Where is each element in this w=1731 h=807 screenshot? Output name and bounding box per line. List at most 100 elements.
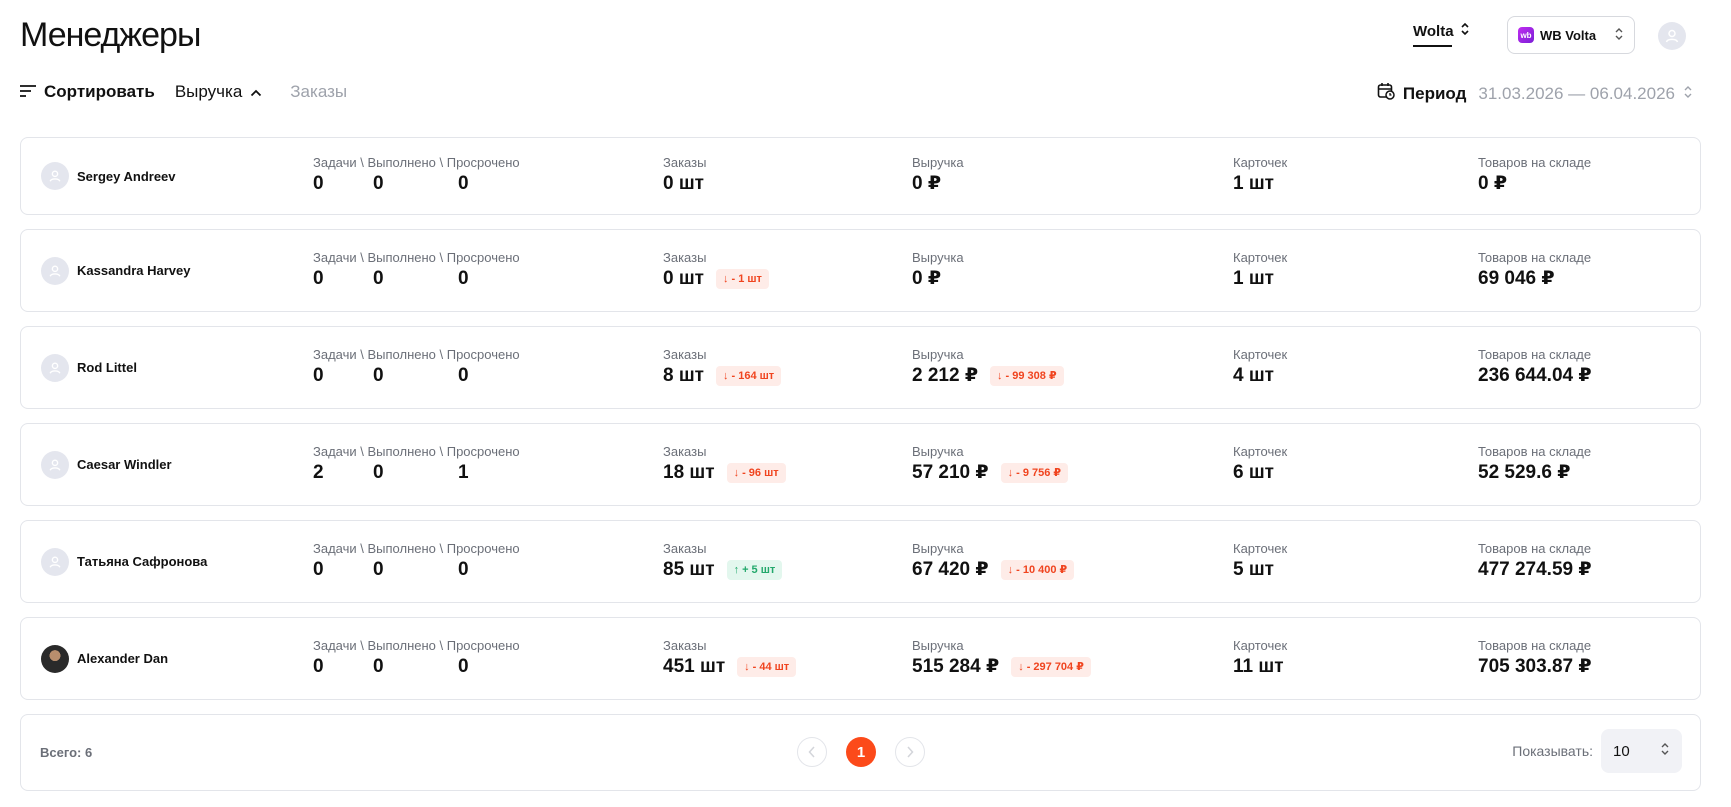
revenue-label: Выручка [912,443,964,459]
arrow-down-icon: ↓ [744,660,750,673]
overdue-count: 0 [458,364,469,386]
orders-value: 451 шт [663,655,726,677]
period-range[interactable]: 31.03.2026 — 06.04.2026 [1478,84,1675,104]
revenue-value: 67 420 ₽ [912,558,989,580]
cards-label: Карточек [1233,637,1288,653]
done-count: 0 [373,173,384,194]
cards-label: Карточек [1233,249,1288,265]
manager-row[interactable]: Caesar Windler Задачи \ Выполнено \ Прос… [20,423,1701,506]
cards-cell: Карточек 11 шт [1233,638,1287,680]
orders-value: 8 шт [663,364,704,386]
prev-page-button[interactable] [797,737,827,767]
next-page-button[interactable] [895,737,925,767]
manager-row[interactable]: Татьяна Сафронова Задачи \ Выполнено \ П… [20,520,1701,603]
stock-cell: Товаров на складе 69 046 ₽ [1478,250,1591,292]
manager-row[interactable]: Alexander Dan Задачи \ Выполнено \ Проср… [20,617,1701,700]
cards-value: 11 шт [1233,655,1284,677]
chevron-updown-icon [1683,84,1693,104]
tasks-label: Задачи \ Выполнено \ Просрочено [313,540,520,556]
org-name: Wolta [1413,22,1454,40]
revenue-value: 0 ₽ [912,173,942,194]
org-switcher[interactable]: Wolta [1413,22,1470,47]
period-picker[interactable]: Период 31.03.2026 — 06.04.2026 [1377,82,1693,105]
tasks-cell: Задачи \ Выполнено \ Просрочено 0 0 0 [313,347,520,389]
avatar [41,644,69,673]
period-label: Период [1402,83,1467,103]
revenue-label: Выручка [912,540,964,556]
arrow-down-icon: ↓ [997,369,1003,382]
overdue-count: 1 [458,461,469,483]
per-page-value: 10 [1613,742,1630,760]
avatar [41,353,69,382]
manager-row[interactable]: Rod Littel Задачи \ Выполнено \ Просроче… [20,326,1701,409]
revenue-value: 57 210 ₽ [912,461,989,483]
manager-name: Татьяна Сафронова [77,554,208,569]
revenue-cell: Выручка 515 284 ₽ ↓ - 297 704 ₽ [912,638,1091,680]
cards-cell: Карточек 5 шт [1233,541,1287,583]
stock-label: Товаров на складе [1478,637,1592,653]
done-count: 0 [373,461,384,483]
revenue-cell: Выручка 0 ₽ ↓ [912,155,964,197]
store-select[interactable]: wb WB Volta [1507,16,1635,54]
page-button-current[interactable]: 1 [846,737,876,767]
overdue-count: 0 [458,267,469,289]
revenue-value: 515 284 ₽ [912,655,1000,677]
avatar [41,256,69,285]
stock-value: 705 303.87 ₽ [1478,655,1592,677]
sort-field-revenue[interactable]: Выручка [175,82,262,102]
cards-label: Карточек [1233,346,1288,362]
revenue-cell: Выручка 0 ₽ ↓ [912,250,964,292]
tasks-cell: Задачи \ Выполнено \ Просрочено 0 0 0 [313,638,520,680]
tasks-label: Задачи \ Выполнено \ Просрочено [313,637,520,653]
revenue-cell: Выручка 2 212 ₽ ↓ - 99 308 ₽ [912,347,1064,389]
revenue-label: Выручка [912,249,964,265]
orders-delta-badge: ↓ - 1 шт [716,268,769,289]
sort-field-orders[interactable]: Заказы [290,82,347,102]
orders-cell: Заказы 85 шт ↑ + 5 шт [663,541,783,583]
orders-value: 18 шт [663,461,715,483]
wb-logo-icon: wb [1518,27,1534,43]
manager-name: Kassandra Harvey [77,263,191,278]
calendar-clock-icon [1377,82,1395,105]
user-icon [49,170,61,182]
manager-row[interactable]: Sergey Andreev Задачи \ Выполнено \ Прос… [20,137,1701,215]
revenue-label: Выручка [912,637,964,653]
manager-info: Caesar Windler [41,450,172,479]
revenue-value: 2 212 ₽ [912,364,979,386]
stock-label: Товаров на складе [1478,155,1592,170]
done-count: 0 [373,558,384,580]
cards-cell: Карточек 6 шт [1233,444,1287,486]
orders-label: Заказы [663,346,707,362]
orders-label: Заказы [663,637,707,653]
stock-value: 236 644.04 ₽ [1478,364,1592,386]
tasks-label: Задачи \ Выполнено \ Просрочено [313,249,520,265]
per-page: Показывать: 10 [1512,729,1682,773]
orders-label: Заказы [663,249,707,265]
stock-value: 0 ₽ [1478,173,1508,194]
chevron-right-icon [907,746,914,758]
stock-cell: Товаров на складе 236 644.04 ₽ [1478,347,1592,389]
arrow-down-icon: ↓ [1007,563,1014,576]
orders-cell: Заказы 18 шт ↓ - 96 шт [663,444,786,486]
chevron-updown-icon [1460,22,1470,40]
chevron-updown-icon [1660,742,1670,760]
tasks-cell: Задачи \ Выполнено \ Просрочено 0 0 0 [313,155,520,197]
sort-button[interactable]: Сортировать [20,82,155,102]
cards-value: 1 шт [1233,267,1274,289]
stock-value: 52 529.6 ₽ [1478,461,1571,483]
manager-name: Caesar Windler [77,457,172,472]
stock-label: Товаров на складе [1478,540,1592,556]
cards-label: Карточек [1233,540,1288,556]
user-icon [1665,29,1679,43]
cards-value: 6 шт [1233,461,1274,483]
per-page-select[interactable]: 10 [1601,729,1682,773]
manager-row[interactable]: Kassandra Harvey Задачи \ Выполнено \ Пр… [20,229,1701,312]
tasks-count: 0 [313,173,324,194]
orders-value: 0 шт [663,267,704,289]
user-icon [49,264,61,277]
orders-delta-badge: ↓ - 164 шт [716,365,782,386]
user-avatar[interactable] [1658,22,1686,50]
stock-label: Товаров на складе [1478,249,1592,265]
revenue-delta-badge: ↓ - 9 756 ₽ [1000,462,1069,483]
manager-info: Sergey Andreev [41,162,176,190]
